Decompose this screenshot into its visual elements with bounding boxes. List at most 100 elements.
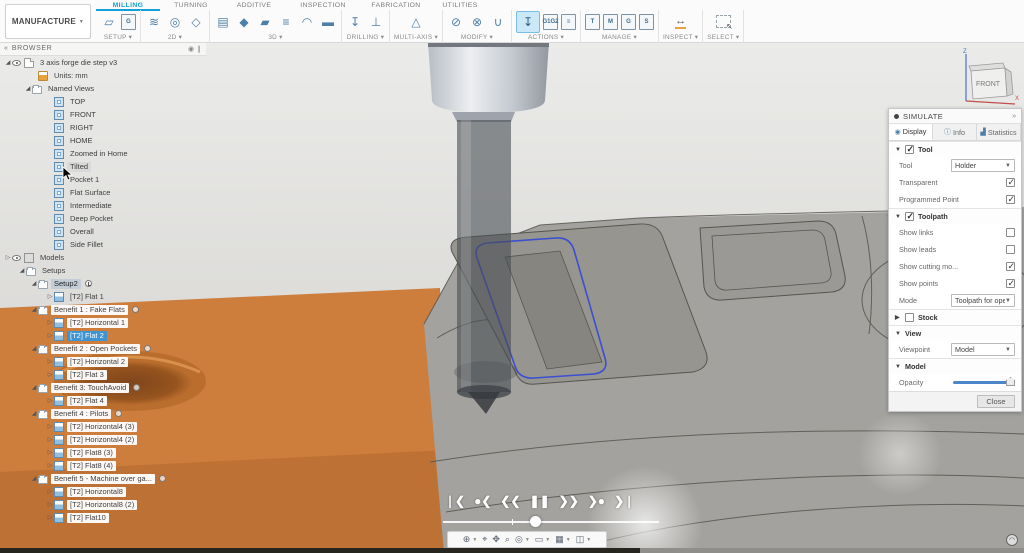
- disclosure-open-icon[interactable]: ◢: [30, 410, 38, 417]
- tree-item-label[interactable]: Intermediate: [67, 201, 115, 211]
- tree-item-label[interactable]: FRONT: [67, 110, 99, 120]
- disclosure-closed-icon[interactable]: ▷: [46, 358, 54, 365]
- simulate-header[interactable]: SIMULATE »: [889, 109, 1021, 124]
- dropdown-tool[interactable]: Holder▼: [951, 159, 1015, 172]
- viewports-icon[interactable]: ◫: [576, 534, 585, 545]
- chevron-down-icon[interactable]: ▼: [586, 537, 591, 543]
- section-header-tool[interactable]: ▼Tool: [889, 141, 1021, 157]
- tree-item-label[interactable]: Units: mm: [51, 71, 91, 81]
- tree-item[interactable]: ◢3 axis forge die step v3: [0, 56, 206, 69]
- operation-item[interactable]: ▷ [T2] Horizontal4 (2): [0, 433, 206, 446]
- disclosure-closed-icon[interactable]: ▷: [46, 371, 54, 378]
- named-view-item[interactable]: RIGHT: [0, 121, 206, 134]
- disclosure-closed-icon[interactable]: ▷: [4, 254, 12, 261]
- checkbox-programmed-point[interactable]: [1006, 195, 1015, 204]
- tree-item-label[interactable]: [T2] Flat 4: [67, 396, 107, 406]
- setup-gcode-sheet-icon[interactable]: G: [121, 14, 136, 30]
- checkbox-show-leads[interactable]: [1006, 245, 1015, 254]
- slider-handle[interactable]: [1006, 377, 1015, 386]
- browser-pin-icon[interactable]: ❙: [196, 45, 202, 53]
- face-icon[interactable]: ◇: [187, 13, 205, 31]
- section-checkbox[interactable]: [905, 212, 914, 221]
- corner-compass-icon[interactable]: ◠: [1006, 534, 1018, 546]
- tree-item-label[interactable]: [T2] Flat 1: [67, 292, 107, 302]
- section-disclosure-icon[interactable]: ▶: [895, 314, 901, 321]
- tree-item-label[interactable]: Deep Pocket: [67, 214, 116, 224]
- ribbon-group-label[interactable]: MANAGE ▾: [602, 33, 637, 42]
- section-checkbox[interactable]: [905, 313, 914, 322]
- disclosure-closed-icon[interactable]: ▷: [46, 319, 54, 326]
- chevron-down-icon[interactable]: ▼: [545, 537, 550, 543]
- visibility-eye-icon[interactable]: [12, 255, 21, 261]
- tree-item[interactable]: ▷ Models: [0, 251, 206, 264]
- simulate-tab-info[interactable]: ⓘInfo: [933, 124, 977, 140]
- tree-item-label[interactable]: [T2] Horizontal 2: [67, 357, 128, 367]
- section-disclosure-icon[interactable]: ▼: [895, 214, 901, 220]
- section-header-view[interactable]: ▼View: [889, 325, 1021, 341]
- simulate-tab-display[interactable]: ◉Display: [889, 124, 933, 140]
- tree-item-label[interactable]: Models: [37, 253, 67, 263]
- parallel-icon[interactable]: ≡: [277, 13, 295, 31]
- tree-item[interactable]: ◢Setup2: [0, 277, 206, 290]
- template-library-icon[interactable]: S: [639, 14, 654, 30]
- disclosure-open-icon[interactable]: ◢: [30, 345, 38, 352]
- chevron-down-icon[interactable]: ▼: [566, 537, 571, 543]
- tree-item-label[interactable]: Benefit 1 : Fake Flats: [51, 305, 128, 315]
- tree-item-label[interactable]: [T2] Horizontal4 (2): [67, 435, 137, 445]
- delete-passes-icon[interactable]: ⊗: [468, 13, 486, 31]
- tree-item-label[interactable]: [T2] Flat8 (3): [67, 448, 116, 458]
- tree-item-label[interactable]: TOP: [67, 97, 88, 107]
- orbit-icon[interactable]: ⊕: [463, 534, 471, 545]
- tree-item-label[interactable]: Setup2: [51, 279, 81, 289]
- skip-to-end-button[interactable]: ❯❘: [614, 492, 634, 510]
- section-header-stock[interactable]: ▶Stock: [889, 309, 1021, 325]
- named-view-item[interactable]: Pocket 1: [0, 173, 206, 186]
- chevron-down-icon[interactable]: ▼: [525, 537, 530, 543]
- simulate-tab-statistics[interactable]: ▟Statistics: [977, 124, 1021, 140]
- disclosure-closed-icon[interactable]: ▷: [46, 436, 54, 443]
- operation-item[interactable]: ▷[T2] Flat8 (4): [0, 459, 206, 472]
- trim-toolpath-icon[interactable]: ⊘: [447, 13, 465, 31]
- post-process-icon[interactable]: G1G2: [543, 14, 558, 30]
- operation-item[interactable]: ◢Benefit 4 : Pilots: [0, 407, 206, 420]
- tree-item-label[interactable]: Benefit 2 : Open Pockets: [51, 344, 140, 354]
- ribbon-group-label[interactable]: SELECT ▾: [707, 33, 739, 42]
- operation-item[interactable]: ▷[T2] Horizontal8 (2): [0, 498, 206, 511]
- disclosure-open-icon[interactable]: ◢: [18, 267, 26, 274]
- post-library-icon[interactable]: G: [621, 14, 636, 30]
- opacity-slider[interactable]: [953, 381, 1011, 384]
- section-header-model[interactable]: ▼Model: [889, 358, 1021, 374]
- ribbon-group-label[interactable]: 3D ▾: [268, 33, 282, 42]
- fit-icon[interactable]: ◎: [515, 534, 523, 545]
- operation-item[interactable]: ▷[T2] Horizontal4 (3): [0, 420, 206, 433]
- tree-item-label[interactable]: Zoomed in Home: [67, 149, 131, 159]
- named-view-item[interactable]: Tilted: [0, 160, 206, 173]
- bore-icon[interactable]: ⊥: [367, 13, 385, 31]
- tree-item-label[interactable]: Setups: [39, 266, 68, 276]
- operation-item[interactable]: ▷[T2] Flat10: [0, 511, 206, 524]
- ribbon-group-label[interactable]: MULTI-AXIS ▾: [394, 33, 438, 42]
- disclosure-closed-icon[interactable]: ▷: [46, 397, 54, 404]
- measure-icon[interactable]: ↔: [675, 15, 686, 29]
- disclosure-open-icon[interactable]: ◢: [24, 85, 32, 92]
- ribbon-group-label[interactable]: MODIFY ▾: [461, 33, 493, 42]
- setup-folder-icon[interactable]: ▱: [100, 13, 118, 31]
- checkbox-show-points[interactable]: [1006, 279, 1015, 288]
- operation-item[interactable]: ▷ [T2] Horizontal 2: [0, 355, 206, 368]
- checkbox-transparent[interactable]: [1006, 178, 1015, 187]
- operation-item[interactable]: ◢ Benefit 2 : Open Pockets: [0, 342, 206, 355]
- section-disclosure-icon[interactable]: ▼: [895, 147, 901, 153]
- disclosure-closed-icon[interactable]: ▷: [46, 423, 54, 430]
- named-view-item[interactable]: Side Fillet: [0, 238, 206, 251]
- drill-icon[interactable]: ↧: [346, 13, 364, 31]
- named-view-item[interactable]: Overall: [0, 225, 206, 238]
- adaptive-clearing-icon[interactable]: ▤: [214, 13, 232, 31]
- close-button[interactable]: Close: [977, 395, 1015, 408]
- tree-item-label[interactable]: HOME: [67, 136, 96, 146]
- tree-item-label[interactable]: Benefit 5 - Machine over ga...: [51, 474, 155, 484]
- retract-icon[interactable]: ∪: [489, 13, 507, 31]
- disclosure-closed-icon[interactable]: ▷: [46, 514, 54, 521]
- disclosure-closed-icon[interactable]: ▷: [46, 488, 54, 495]
- operation-item[interactable]: ▷[T2] Flat 2: [0, 329, 206, 342]
- named-view-item[interactable]: Deep Pocket: [0, 212, 206, 225]
